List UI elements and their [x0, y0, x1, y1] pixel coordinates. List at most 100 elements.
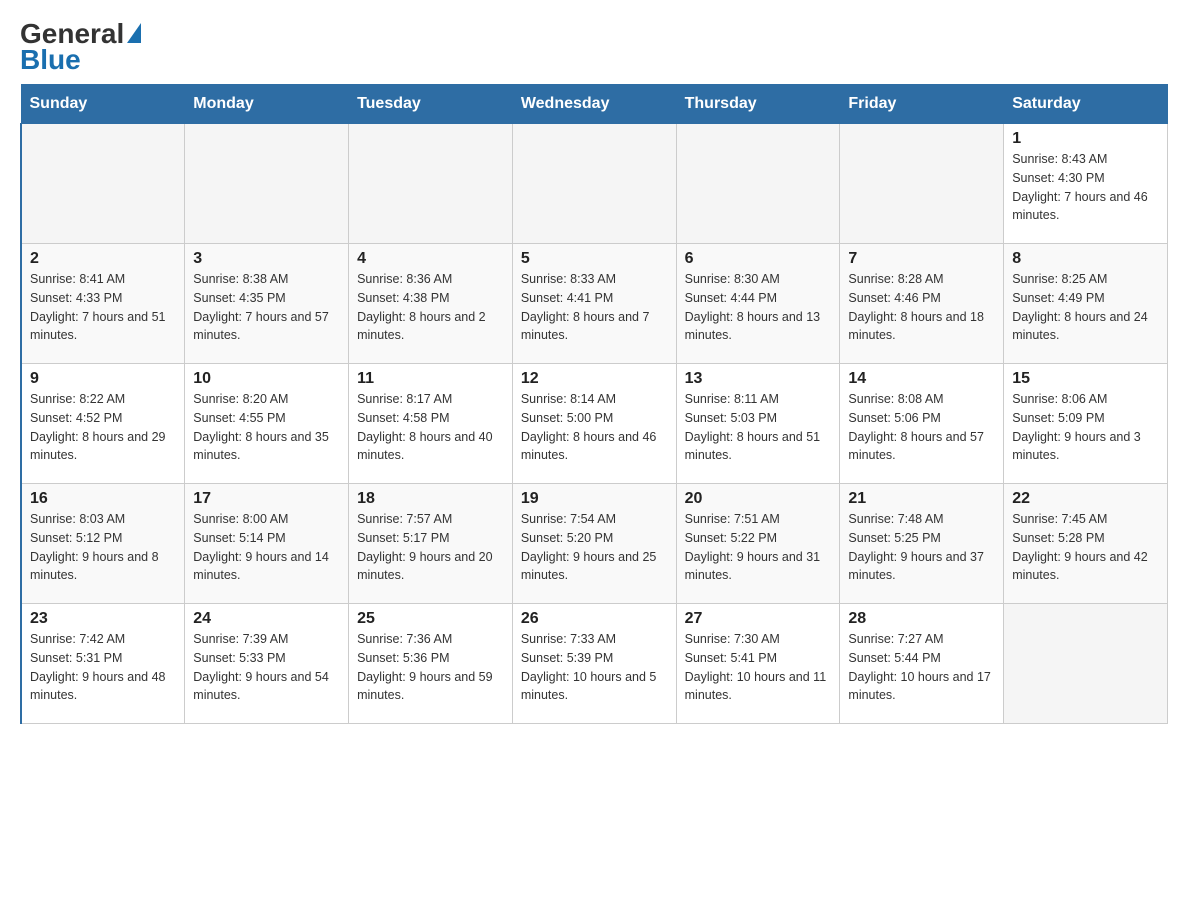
calendar-cell: 10 Sunrise: 8:20 AM Sunset: 4:55 PM Dayli… — [185, 364, 349, 484]
calendar-cell: 5 Sunrise: 8:33 AM Sunset: 4:41 PM Daylig… — [512, 244, 676, 364]
day-number: 16 — [30, 490, 176, 508]
calendar-table: SundayMondayTuesdayWednesdayThursdayFrid… — [20, 84, 1168, 724]
day-info: Sunrise: 8:11 AM Sunset: 5:03 PM Dayligh… — [685, 390, 832, 465]
column-header-saturday: Saturday — [1004, 85, 1168, 124]
day-number: 7 — [848, 250, 995, 268]
calendar-week-row: 23 Sunrise: 7:42 AM Sunset: 5:31 PM Dayli… — [21, 604, 1168, 724]
day-info: Sunrise: 8:17 AM Sunset: 4:58 PM Dayligh… — [357, 390, 504, 465]
calendar-cell: 19 Sunrise: 7:54 AM Sunset: 5:20 PM Dayli… — [512, 484, 676, 604]
day-info: Sunrise: 8:08 AM Sunset: 5:06 PM Dayligh… — [848, 390, 995, 465]
day-info: Sunrise: 8:22 AM Sunset: 4:52 PM Dayligh… — [30, 390, 176, 465]
column-header-sunday: Sunday — [21, 85, 185, 124]
day-number: 20 — [685, 490, 832, 508]
day-number: 19 — [521, 490, 668, 508]
calendar-cell: 17 Sunrise: 8:00 AM Sunset: 5:14 PM Dayli… — [185, 484, 349, 604]
day-info: Sunrise: 7:42 AM Sunset: 5:31 PM Dayligh… — [30, 630, 176, 705]
calendar-cell: 26Sunrise: 7:33 AM Sunset: 5:39 PM Dayli… — [512, 604, 676, 724]
day-number: 22 — [1012, 490, 1159, 508]
day-number: 13 — [685, 370, 832, 388]
day-number: 1 — [1012, 130, 1159, 148]
column-header-wednesday: Wednesday — [512, 85, 676, 124]
day-info: Sunrise: 7:54 AM Sunset: 5:20 PM Dayligh… — [521, 510, 668, 585]
day-number: 2 — [30, 250, 176, 268]
day-number: 3 — [193, 250, 340, 268]
day-info: Sunrise: 8:38 AM Sunset: 4:35 PM Dayligh… — [193, 270, 340, 345]
day-number: 11 — [357, 370, 504, 388]
logo: General Blue — [20, 20, 141, 74]
calendar-cell: 3 Sunrise: 8:38 AM Sunset: 4:35 PM Daylig… — [185, 244, 349, 364]
day-number: 26 — [521, 610, 668, 628]
calendar-cell: 2 Sunrise: 8:41 AM Sunset: 4:33 PM Daylig… — [21, 244, 185, 364]
calendar-cell: 24 Sunrise: 7:39 AM Sunset: 5:33 PM Dayli… — [185, 604, 349, 724]
calendar-cell: 25Sunrise: 7:36 AM Sunset: 5:36 PM Dayli… — [349, 604, 513, 724]
calendar-cell: 27Sunrise: 7:30 AM Sunset: 5:41 PM Dayli… — [676, 604, 840, 724]
day-info: Sunrise: 7:30 AM Sunset: 5:41 PM Dayligh… — [685, 630, 832, 705]
day-info: Sunrise: 7:51 AM Sunset: 5:22 PM Dayligh… — [685, 510, 832, 585]
day-info: Sunrise: 8:43 AM Sunset: 4:30 PM Dayligh… — [1012, 150, 1159, 225]
day-number: 4 — [357, 250, 504, 268]
calendar-cell: 20 Sunrise: 7:51 AM Sunset: 5:22 PM Dayli… — [676, 484, 840, 604]
day-number: 8 — [1012, 250, 1159, 268]
calendar-cell — [840, 124, 1004, 244]
day-info: Sunrise: 8:06 AM Sunset: 5:09 PM Dayligh… — [1012, 390, 1159, 465]
logo-blue: Blue — [20, 46, 141, 74]
day-number: 10 — [193, 370, 340, 388]
day-number: 5 — [521, 250, 668, 268]
day-info: Sunrise: 8:03 AM Sunset: 5:12 PM Dayligh… — [30, 510, 176, 585]
day-number: 17 — [193, 490, 340, 508]
day-number: 23 — [30, 610, 176, 628]
calendar-cell — [676, 124, 840, 244]
day-number: 18 — [357, 490, 504, 508]
column-header-friday: Friday — [840, 85, 1004, 124]
day-number: 28 — [848, 610, 995, 628]
day-number: 24 — [193, 610, 340, 628]
day-info: Sunrise: 8:28 AM Sunset: 4:46 PM Dayligh… — [848, 270, 995, 345]
calendar-cell — [185, 124, 349, 244]
day-number: 15 — [1012, 370, 1159, 388]
day-info: Sunrise: 7:45 AM Sunset: 5:28 PM Dayligh… — [1012, 510, 1159, 585]
calendar-cell: 6 Sunrise: 8:30 AM Sunset: 4:44 PM Daylig… — [676, 244, 840, 364]
calendar-cell — [21, 124, 185, 244]
day-info: Sunrise: 8:00 AM Sunset: 5:14 PM Dayligh… — [193, 510, 340, 585]
day-info: Sunrise: 8:20 AM Sunset: 4:55 PM Dayligh… — [193, 390, 340, 465]
calendar-cell — [512, 124, 676, 244]
day-info: Sunrise: 7:27 AM Sunset: 5:44 PM Dayligh… — [848, 630, 995, 705]
calendar-cell: 15 Sunrise: 8:06 AM Sunset: 5:09 PM Dayli… — [1004, 364, 1168, 484]
calendar-cell: 13 Sunrise: 8:11 AM Sunset: 5:03 PM Dayli… — [676, 364, 840, 484]
calendar-cell: 4 Sunrise: 8:36 AM Sunset: 4:38 PM Daylig… — [349, 244, 513, 364]
calendar-cell: 22 Sunrise: 7:45 AM Sunset: 5:28 PM Dayli… — [1004, 484, 1168, 604]
calendar-week-row: 1 Sunrise: 8:43 AM Sunset: 4:30 PM Daylig… — [21, 124, 1168, 244]
day-number: 12 — [521, 370, 668, 388]
calendar-week-row: 2 Sunrise: 8:41 AM Sunset: 4:33 PM Daylig… — [21, 244, 1168, 364]
day-info: Sunrise: 7:39 AM Sunset: 5:33 PM Dayligh… — [193, 630, 340, 705]
calendar-cell — [1004, 604, 1168, 724]
day-info: Sunrise: 7:36 AM Sunset: 5:36 PM Dayligh… — [357, 630, 504, 705]
day-number: 6 — [685, 250, 832, 268]
day-number: 9 — [30, 370, 176, 388]
calendar-cell: 23 Sunrise: 7:42 AM Sunset: 5:31 PM Dayli… — [21, 604, 185, 724]
calendar-header-row: SundayMondayTuesdayWednesdayThursdayFrid… — [21, 85, 1168, 124]
calendar-week-row: 16 Sunrise: 8:03 AM Sunset: 5:12 PM Dayli… — [21, 484, 1168, 604]
logo-chevron-icon — [127, 23, 141, 43]
calendar-cell: 18 Sunrise: 7:57 AM Sunset: 5:17 PM Dayli… — [349, 484, 513, 604]
day-info: Sunrise: 8:30 AM Sunset: 4:44 PM Dayligh… — [685, 270, 832, 345]
column-header-monday: Monday — [185, 85, 349, 124]
calendar-cell: 21 Sunrise: 7:48 AM Sunset: 5:25 PM Dayli… — [840, 484, 1004, 604]
calendar-cell: 11 Sunrise: 8:17 AM Sunset: 4:58 PM Dayli… — [349, 364, 513, 484]
page-header: General Blue — [20, 20, 1168, 74]
day-info: Sunrise: 8:36 AM Sunset: 4:38 PM Dayligh… — [357, 270, 504, 345]
calendar-cell — [349, 124, 513, 244]
calendar-cell: 7 Sunrise: 8:28 AM Sunset: 4:46 PM Daylig… — [840, 244, 1004, 364]
day-number: 14 — [848, 370, 995, 388]
day-info: Sunrise: 7:57 AM Sunset: 5:17 PM Dayligh… — [357, 510, 504, 585]
day-info: Sunrise: 8:14 AM Sunset: 5:00 PM Dayligh… — [521, 390, 668, 465]
day-number: 21 — [848, 490, 995, 508]
day-info: Sunrise: 7:48 AM Sunset: 5:25 PM Dayligh… — [848, 510, 995, 585]
calendar-cell: 14 Sunrise: 8:08 AM Sunset: 5:06 PM Dayli… — [840, 364, 1004, 484]
column-header-thursday: Thursday — [676, 85, 840, 124]
calendar-cell: 9 Sunrise: 8:22 AM Sunset: 4:52 PM Daylig… — [21, 364, 185, 484]
calendar-cell: 16 Sunrise: 8:03 AM Sunset: 5:12 PM Dayli… — [21, 484, 185, 604]
day-info: Sunrise: 8:41 AM Sunset: 4:33 PM Dayligh… — [30, 270, 176, 345]
day-info: Sunrise: 8:33 AM Sunset: 4:41 PM Dayligh… — [521, 270, 668, 345]
calendar-cell: 28 Sunrise: 7:27 AM Sunset: 5:44 PM Dayli… — [840, 604, 1004, 724]
